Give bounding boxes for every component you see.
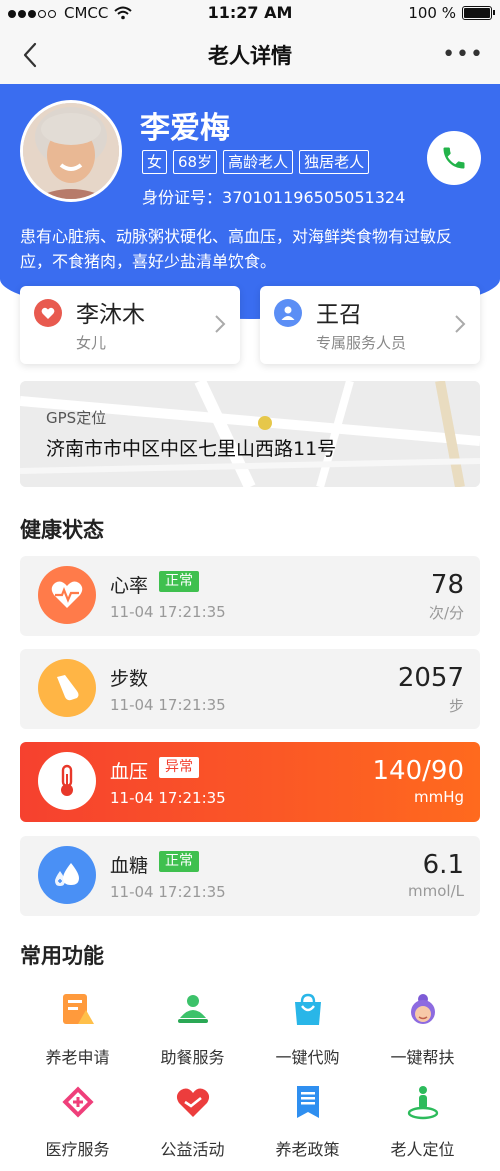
heart-icon [34, 299, 62, 327]
id-label: 身份证号： [142, 188, 223, 207]
contact-role: 专属服务人员 [316, 334, 407, 352]
shoe-icon [38, 659, 96, 717]
metric-blood-sugar[interactable]: 血糖 正常 11-04 17:21:35 6.1 mmol/L [20, 836, 480, 916]
func-proxy-shopping[interactable]: 一键代购 [250, 990, 365, 1068]
heart-rate-icon [38, 566, 96, 624]
func-elder-location[interactable]: 老人定位 [365, 1082, 480, 1160]
elder-help-icon [403, 990, 443, 1030]
more-button[interactable]: ••• [442, 42, 484, 67]
gps-label: GPS定位 [46, 409, 107, 427]
func-label: 医疗服务 [45, 1140, 110, 1159]
metric-value: 78 [430, 570, 464, 600]
id-number-line: 身份证号：370101196505051324 [142, 184, 405, 208]
page-title: 老人详情 [208, 44, 292, 68]
elder-name: 李爱梅 [140, 111, 230, 146]
metric-steps[interactable]: 步数 11-04 17:21:35 2057 步 [20, 649, 480, 729]
metric-value: 140/90 [372, 756, 464, 786]
func-charity-activity[interactable]: 公益活动 [135, 1082, 250, 1160]
tag-living-alone: 独居老人 [299, 150, 370, 174]
functions-section-title: 常用功能 [20, 944, 104, 968]
func-label: 老人定位 [390, 1140, 455, 1159]
status-bar: CMCC 11:27 AM 100 % [0, 0, 500, 26]
func-label: 养老政策 [275, 1140, 340, 1159]
func-label: 公益活动 [160, 1140, 225, 1159]
func-label: 一键代购 [275, 1048, 340, 1067]
gps-location-map[interactable]: GPS定位 济南市市中区中区七里山西路11号 [20, 381, 480, 487]
metric-name: 心率 [110, 575, 149, 597]
metric-name: 血压 [110, 761, 149, 783]
metric-name: 步数 [110, 668, 149, 690]
battery-icon [462, 6, 495, 20]
more-dots-icon: ••• [442, 42, 484, 67]
func-elder-policy[interactable]: 养老政策 [250, 1082, 365, 1160]
metric-time: 11-04 17:21:35 [110, 789, 226, 807]
shopping-bag-icon [288, 990, 328, 1030]
chevron-right-icon [215, 315, 226, 333]
blood-drop-icon [38, 846, 96, 904]
battery-percent: 100 % [408, 4, 456, 22]
meal-service-icon [173, 990, 213, 1030]
charity-heart-icon [173, 1082, 213, 1122]
id-number: 370101196505051324 [222, 188, 406, 207]
metric-time: 11-04 17:21:35 [110, 696, 226, 714]
metric-blood-pressure[interactable]: 血压 异常 11-04 17:21:35 140/90 mmHg [20, 742, 480, 822]
health-description: 患有心脏病、动脉粥状硬化、高血压，对海鲜类食物有过敏反应，不食猪肉，喜好少盐清单… [20, 227, 453, 271]
status-badge: 异常 [159, 757, 199, 778]
metric-unit: 次/分 [428, 604, 464, 622]
metric-unit: mmHg [413, 788, 464, 806]
call-button[interactable] [427, 131, 481, 185]
func-one-click-help[interactable]: 一键帮扶 [365, 990, 480, 1068]
contact-card-caregiver[interactable]: 王召 专属服务人员 [260, 286, 480, 364]
func-label: 助餐服务 [160, 1048, 225, 1067]
medical-cross-icon [58, 1082, 98, 1122]
contact-role: 女儿 [76, 334, 107, 352]
func-elder-application[interactable]: 养老申请 [20, 990, 135, 1068]
status-badge: 正常 [159, 851, 199, 872]
metric-name: 血糖 [110, 855, 149, 877]
metric-unit: 步 [448, 697, 464, 715]
contact-name: 李沐木 [76, 302, 145, 328]
func-medical-service[interactable]: 医疗服务 [20, 1082, 135, 1160]
status-badge: 正常 [159, 571, 199, 592]
location-person-icon [403, 1082, 443, 1122]
contact-name: 王召 [316, 302, 362, 328]
contact-card-family[interactable]: 李沐木 女儿 [20, 286, 240, 364]
navigation-bar: 老人详情 ••• [0, 26, 500, 84]
policy-document-icon [288, 1082, 328, 1122]
metric-time: 11-04 17:21:35 [110, 603, 226, 621]
phone-icon [443, 147, 465, 169]
metric-unit: mmol/L [408, 882, 464, 900]
thermometer-icon [38, 752, 96, 810]
metric-heart-rate[interactable]: 心率 正常 11-04 17:21:35 78 次/分 [20, 556, 480, 636]
application-form-icon [58, 990, 98, 1030]
tag-senior: 高龄老人 [223, 150, 294, 174]
metric-value: 6.1 [422, 850, 464, 880]
profile-tags: 女 68岁 高龄老人 独居老人 [142, 150, 370, 174]
func-label: 一键帮扶 [390, 1048, 455, 1067]
gps-address: 济南市市中区中区七里山西路11号 [46, 438, 337, 460]
tag-age: 68岁 [173, 150, 218, 174]
health-section-title: 健康状态 [20, 518, 104, 542]
person-icon [274, 299, 302, 327]
avatar [20, 100, 122, 202]
chevron-right-icon [455, 315, 466, 333]
metric-time: 11-04 17:21:35 [110, 883, 226, 901]
metric-value: 2057 [397, 663, 464, 693]
func-label: 养老申请 [45, 1048, 110, 1067]
tag-gender: 女 [142, 150, 168, 174]
func-meal-service[interactable]: 助餐服务 [135, 990, 250, 1068]
